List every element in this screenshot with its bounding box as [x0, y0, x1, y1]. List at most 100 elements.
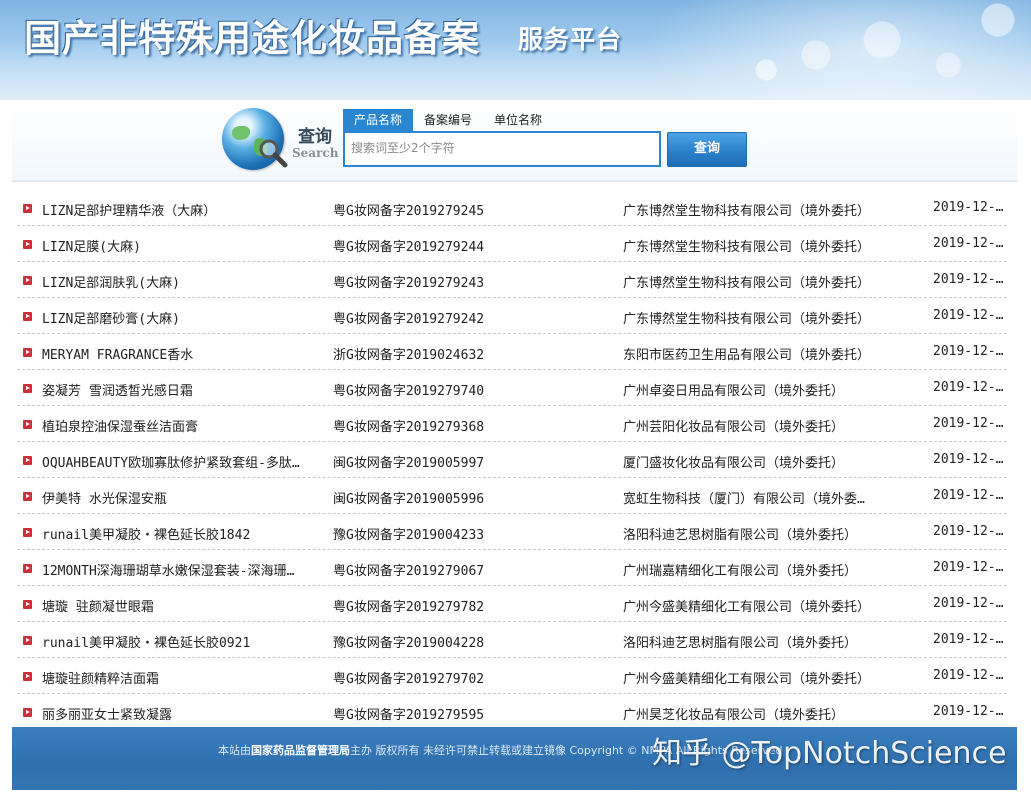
record-number: 闽G妆网备字2019005997 [333, 456, 485, 471]
watermark-text: 知乎 @TopNotchScience [652, 736, 1007, 771]
bullet-arrow-icon [23, 528, 32, 537]
bullet-arrow-icon [23, 492, 32, 501]
record-date: 2019-12-02 [933, 200, 1007, 215]
record-date: 2019-12-02 [933, 488, 1007, 503]
product-name-link[interactable]: 伊美特 水光保湿安瓶 [42, 488, 310, 507]
record-date: 2019-12-02 [933, 452, 1007, 467]
record-number: 粤G妆网备字2019279245 [333, 204, 485, 219]
company-name: 广州昊芝化妆品有限公司（境外委托） [623, 708, 845, 723]
list-item[interactable]: 塘璇 驻颜凝世眼霜 粤G妆网备字2019279782 广州今盛美精细化工有限公司… [17, 587, 1007, 622]
list-item[interactable]: MERYAM FRAGRANCE香水 浙G妆网备字2019024632 东阳市医… [17, 335, 1007, 370]
search-box [343, 131, 661, 167]
bullet-arrow-icon [23, 384, 32, 393]
search-label-en: Search [292, 146, 339, 160]
record-number: 粤G妆网备字2019279368 [333, 420, 485, 435]
tab-company-name[interactable]: 单位名称 [483, 109, 553, 131]
company-name: 广东博然堂生物科技有限公司（境外委托） [623, 204, 871, 219]
record-date: 2019-12-02 [933, 632, 1007, 647]
product-name-link[interactable]: 12MONTH深海珊瑚草水嫩保湿套装-深海珊… [42, 560, 310, 579]
record-number: 粤G妆网备字2019279067 [333, 564, 485, 579]
record-date: 2019-12-02 [933, 308, 1007, 323]
list-item[interactable]: 塘璇驻颜精粹洁面霜 粤G妆网备字2019279702 广州今盛美精细化工有限公司… [17, 659, 1007, 694]
product-name-link[interactable]: OQUAHBEAUTY欧珈寡肽修护紧致套组-多肽… [42, 452, 310, 471]
company-name: 广州卓姿日用品有限公司（境外委托） [623, 384, 845, 399]
site-title: 国产非特殊用途化妆品备案 [24, 16, 480, 60]
tab-record-number[interactable]: 备案编号 [413, 109, 483, 131]
record-date: 2019-12-02 [933, 344, 1007, 359]
record-date: 2019-12-02 [933, 380, 1007, 395]
company-name: 宽虹生物科技（厦门）有限公司（境外委… [623, 492, 865, 507]
bullet-arrow-icon [23, 240, 32, 249]
record-number: 浙G妆网备字2019024632 [333, 348, 485, 363]
company-name: 广东博然堂生物科技有限公司（境外委托） [623, 240, 871, 255]
record-date: 2019-12-02 [933, 668, 1007, 683]
product-name-link[interactable]: runail美甲凝胶・裸色延长胶0921 [42, 632, 310, 651]
record-number: 粤G妆网备字2019279702 [333, 672, 485, 687]
search-panel: 查询 Search 产品名称 备案编号 单位名称 查询 [12, 100, 1017, 181]
footer-prefix: 本站由 [218, 744, 251, 757]
product-name-link[interactable]: 丽多丽亚女士紧致凝露 [42, 704, 310, 723]
product-name-link[interactable]: 塘璇驻颜精粹洁面霜 [42, 668, 310, 687]
record-date: 2019-12-02 [933, 596, 1007, 611]
company-name: 广东博然堂生物科技有限公司（境外委托） [623, 312, 871, 327]
list-item[interactable]: runail美甲凝胶・裸色延长胶1842 豫G妆网备字2019004233 洛阳… [17, 515, 1007, 550]
record-date: 2019-12-02 [933, 272, 1007, 287]
product-name-link[interactable]: 植珀泉控油保湿蚕丝洁面膏 [42, 416, 310, 435]
bullet-arrow-icon [23, 600, 32, 609]
record-list: LIZN足部护理精华液（大麻） 粤G妆网备字2019279245 广东博然堂生物… [17, 191, 1007, 731]
divider [12, 181, 1017, 182]
list-item[interactable]: runail美甲凝胶・裸色延长胶0921 豫G妆网备字2019004228 洛阳… [17, 623, 1007, 658]
product-name-link[interactable]: runail美甲凝胶・裸色延长胶1842 [42, 524, 310, 543]
list-item[interactable]: LIZN足膜(大麻) 粤G妆网备字2019279244 广东博然堂生物科技有限公… [17, 227, 1007, 262]
company-name: 广州芸阳化妆品有限公司（境外委托） [623, 420, 845, 435]
magnifier-icon [259, 139, 288, 168]
product-name-link[interactable]: LIZN足膜(大麻) [42, 236, 310, 255]
company-name: 广州瑞嘉精细化工有限公司（境外委托） [623, 564, 858, 579]
search-input[interactable] [345, 133, 657, 163]
bullet-arrow-icon [23, 312, 32, 321]
record-number: 粤G妆网备字2019279595 [333, 708, 485, 723]
bullet-arrow-icon [23, 276, 32, 285]
record-number: 粤G妆网备字2019279740 [333, 384, 485, 399]
record-date: 2019-12-02 [933, 236, 1007, 251]
record-number: 粤G妆网备字2019279243 [333, 276, 485, 291]
product-name-link[interactable]: LIZN足部磨砂膏(大麻) [42, 308, 310, 327]
list-item[interactable]: LIZN足部润肤乳(大麻) 粤G妆网备字2019279243 广东博然堂生物科技… [17, 263, 1007, 298]
search-button[interactable]: 查询 [667, 132, 747, 167]
footer-org-link[interactable]: 国家药品监督管理局 [251, 744, 350, 757]
search-tabs: 产品名称 备案编号 单位名称 [343, 109, 553, 131]
record-date: 2019-12-02 [933, 704, 1007, 719]
record-date: 2019-12-02 [933, 416, 1007, 431]
company-name: 洛阳科迪艺思树脂有限公司（境外委托） [623, 636, 858, 651]
record-number: 粤G妆网备字2019279782 [333, 600, 485, 615]
bullet-arrow-icon [23, 672, 32, 681]
record-date: 2019-12-02 [933, 524, 1007, 539]
tab-product-name[interactable]: 产品名称 [343, 109, 414, 131]
list-item[interactable]: 伊美特 水光保湿安瓶 闽G妆网备字2019005996 宽虹生物科技（厦门）有限… [17, 479, 1007, 514]
list-item[interactable]: LIZN足部护理精华液（大麻） 粤G妆网备字2019279245 广东博然堂生物… [17, 191, 1007, 226]
record-number: 豫G妆网备字2019004233 [333, 528, 485, 543]
list-item[interactable]: LIZN足部磨砂膏(大麻) 粤G妆网备字2019279242 广东博然堂生物科技… [17, 299, 1007, 334]
product-name-link[interactable]: 姿凝芳 雪润透皙光感日霜 [42, 380, 310, 399]
site-subtitle: 服务平台 [518, 25, 623, 54]
list-item[interactable]: 12MONTH深海珊瑚草水嫩保湿套装-深海珊… 粤G妆网备字2019279067… [17, 551, 1007, 586]
list-item[interactable]: 植珀泉控油保湿蚕丝洁面膏 粤G妆网备字2019279368 广州芸阳化妆品有限公… [17, 407, 1007, 442]
record-number: 粤G妆网备字2019279244 [333, 240, 485, 255]
company-name: 洛阳科迪艺思树脂有限公司（境外委托） [623, 528, 858, 543]
product-name-link[interactable]: 塘璇 驻颜凝世眼霜 [42, 596, 310, 615]
product-name-link[interactable]: MERYAM FRAGRANCE香水 [42, 344, 310, 363]
record-number: 闽G妆网备字2019005996 [333, 492, 485, 507]
record-number: 粤G妆网备字2019279242 [333, 312, 485, 327]
bullet-arrow-icon [23, 456, 32, 465]
record-number: 豫G妆网备字2019004228 [333, 636, 485, 651]
product-name-link[interactable]: LIZN足部润肤乳(大麻) [42, 272, 310, 291]
list-item[interactable]: 丽多丽亚女士紧致凝露 粤G妆网备字2019279595 广州昊芝化妆品有限公司（… [17, 695, 1007, 730]
bullet-arrow-icon [23, 636, 32, 645]
list-item[interactable]: 姿凝芳 雪润透皙光感日霜 粤G妆网备字2019279740 广州卓姿日用品有限公… [17, 371, 1007, 406]
product-name-link[interactable]: LIZN足部护理精华液（大麻） [42, 200, 310, 219]
list-item[interactable]: OQUAHBEAUTY欧珈寡肽修护紧致套组-多肽… 闽G妆网备字20190059… [17, 443, 1007, 478]
bullet-arrow-icon [23, 204, 32, 213]
header-banner: 国产非特殊用途化妆品备案 服务平台 [0, 0, 1031, 100]
record-date: 2019-12-02 [933, 560, 1007, 575]
world-map-decoration [700, 0, 1031, 100]
